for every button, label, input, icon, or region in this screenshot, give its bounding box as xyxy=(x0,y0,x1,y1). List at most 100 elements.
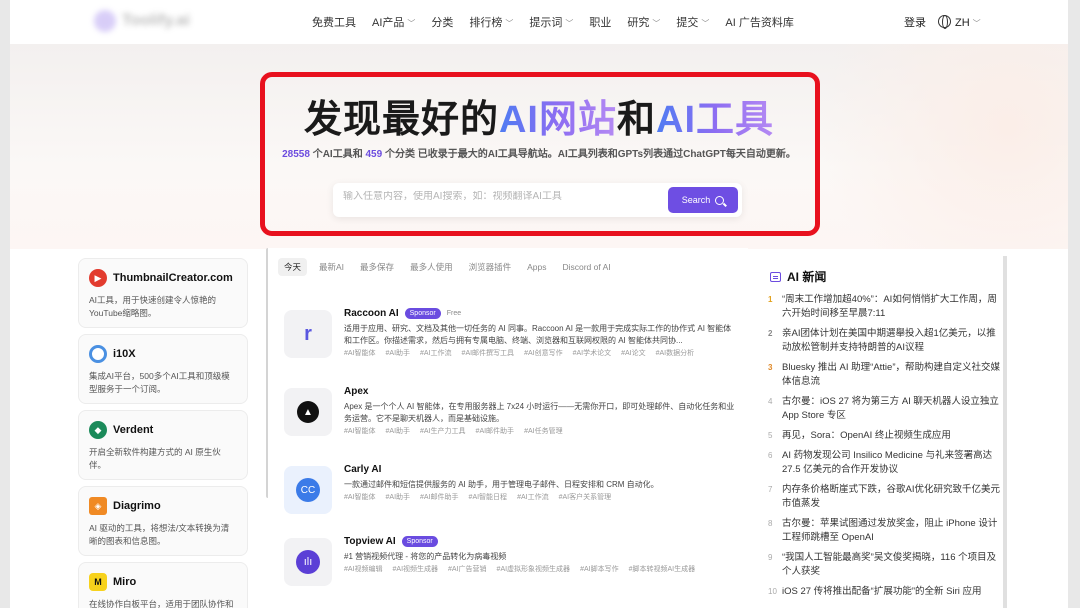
news-rank: 1 xyxy=(768,295,773,304)
tag[interactable]: #AI脚本写作 xyxy=(580,564,619,574)
tag[interactable]: #AI助手 xyxy=(386,348,411,358)
tag[interactable]: #AI邮件助手 xyxy=(476,426,515,436)
nav-link-categories[interactable]: 分类 xyxy=(431,14,453,30)
tag[interactable]: #AI生产力工具 xyxy=(420,426,466,436)
tag[interactable]: #AI助手 xyxy=(386,426,411,436)
tool-name[interactable]: Raccoon AI xyxy=(344,308,399,319)
news-item[interactable]: 6 AI 药物发现公司 Insilico Medicine 与礼来签署高达 27.… xyxy=(768,449,1000,477)
nav-link-label: 研究 xyxy=(627,17,650,29)
nav-link-free-tools[interactable]: 免费工具 xyxy=(312,14,356,30)
language-label: ZH xyxy=(955,17,970,29)
tab-discord[interactable]: Discord of AI xyxy=(562,262,610,272)
tag[interactable]: #AI智能体 xyxy=(344,426,376,436)
tag[interactable]: #AI智能体 xyxy=(344,492,376,502)
tag[interactable]: #AI邮件撰写工具 xyxy=(462,348,515,358)
tag[interactable]: #AI视频生成器 xyxy=(393,564,439,574)
site-logo[interactable]: Toolify.ai xyxy=(94,10,190,32)
globe-icon xyxy=(938,15,951,29)
tab-today[interactable]: 今天 xyxy=(278,258,308,276)
featured-card-desc: AI工具，用于快速创建令人惊艳的YouTube缩略图。 xyxy=(89,295,217,318)
news-item[interactable]: 4 古尔曼：iOS 27 将为第三方 AI 聊天机器人设立独立 App Store… xyxy=(768,395,1000,423)
featured-card-desc: 集成AI平台，500多个AI工具和顶级模型服务于一个订阅。 xyxy=(89,371,230,394)
login-link[interactable]: 登录 xyxy=(904,14,926,30)
news-rank: 3 xyxy=(768,363,773,372)
tab-apps[interactable]: Apps xyxy=(527,262,546,272)
featured-card-title: Miro xyxy=(113,576,137,588)
featured-card-desc: 在线协作白板平台，适用于团队协作和 xyxy=(89,599,234,608)
nav-link-ai-products[interactable]: AI产品 ﹀ xyxy=(372,14,415,30)
tag[interactable]: #AI论文 xyxy=(621,348,646,358)
news-rank: 8 xyxy=(768,519,773,528)
featured-card-desc: 开启全新软件构建方式的 AI 原生伙伴。 xyxy=(89,447,221,470)
nav-link-submit[interactable]: 提交 ﹀ xyxy=(676,14,709,30)
nav-link-label: 职业 xyxy=(589,17,612,29)
featured-card[interactable]: ◆ Verdent 开启全新软件构建方式的 AI 原生伙伴。 xyxy=(78,410,248,480)
tool-name[interactable]: Apex xyxy=(344,386,368,397)
cube-icon: ◈ xyxy=(89,497,107,515)
news-rank: 2 xyxy=(768,329,773,338)
tag[interactable]: #AI虚拟形象视频生成器 xyxy=(497,564,571,574)
news-text: 亲AI团体计划在美国中期選舉投入超1亿美元，以推动放松管制并支持特朗普的AI议程 xyxy=(782,328,996,353)
tag[interactable]: #AI智能日程 xyxy=(469,492,508,502)
news-text: AI 药物发现公司 Insilico Medicine 与礼来签署高达 27.5… xyxy=(782,450,993,475)
tool-description: #1 营销视频代理 - 将您的产品转化为病毒视频 xyxy=(344,552,507,561)
nav-link-research[interactable]: 研究 ﹀ xyxy=(627,14,660,30)
news-item[interactable]: 9 “我国人工智能最高奖”吴文俊奖揭晓，116 个项目及个人获奖 xyxy=(768,551,1000,579)
featured-card[interactable]: i10X 集成AI平台，500多个AI工具和顶级模型服务于一个订阅。 xyxy=(78,334,248,404)
chevron-down-icon: ﹀ xyxy=(972,19,981,28)
news-item[interactable]: 1 “周末工作增加超40%”：AI如何悄悄扩大工作周，周六开始时间移至早晨7:11 xyxy=(768,293,1000,321)
tab-browser-extensions[interactable]: 浏览器插件 xyxy=(469,261,512,273)
nav-link-careers[interactable]: 职业 xyxy=(589,14,611,30)
tab-most-used[interactable]: 最多人使用 xyxy=(410,261,453,273)
top-navigation: Toolify.ai 免费工具 AI产品 ﹀ 分类 排行榜 ﹀ 提示词 ﹀ 职业 研究… xyxy=(10,0,1068,44)
news-item[interactable]: 3 Bluesky 推出 AI 助理“Attie”，帮助构建自定义社交媒体信息流 xyxy=(768,361,1000,389)
news-item[interactable]: 2 亲AI团体计划在美国中期選舉投入超1亿美元，以推动放松管制并支持特朗普的AI议… xyxy=(768,327,1000,355)
news-item[interactable]: 5 再见，Sora：OpenAI 终止视频生成应用 xyxy=(768,429,1000,443)
news-panel: AI 新闻 1 “周末工作增加超40%”：AI如何悄悄扩大工作周，周六开始时间移至… xyxy=(768,256,1000,605)
news-title: AI 新闻 xyxy=(787,270,827,284)
tag[interactable]: #AI创意写作 xyxy=(524,348,563,358)
news-rank: 10 xyxy=(768,587,777,596)
featured-card[interactable]: ▶ ThumbnailCreator.com AI工具，用于快速创建令人惊艳的Yo… xyxy=(78,258,248,328)
tag[interactable]: #AI任务管理 xyxy=(524,426,563,436)
nav-link-ad-library[interactable]: AI 广告资料库 xyxy=(725,14,793,30)
sponsor-badge: Sponsor xyxy=(401,536,438,547)
featured-card[interactable]: ◈ Diagrimo AI 驱动的工具，将想法/文本转换为清晰的图表和信息图。 xyxy=(78,486,248,556)
featured-card-title: ThumbnailCreator.com xyxy=(113,272,233,284)
nav-right: 登录 ZH ﹀ xyxy=(904,0,981,44)
tag[interactable]: #AI客户关系管理 xyxy=(559,492,612,502)
news-item[interactable]: 10 iOS 27 传将推出配备“扩展功能”的全新 Siri 应用 xyxy=(768,585,1000,599)
news-text: “周末工作增加超40%”：AI如何悄悄扩大工作周，周六开始时间移至早晨7:11 xyxy=(782,294,997,319)
nav-link-prompts[interactable]: 提示词 ﹀ xyxy=(529,14,573,30)
tab-newest[interactable]: 最新AI xyxy=(319,261,344,273)
news-scrollbar[interactable] xyxy=(1003,256,1007,608)
tag[interactable]: #AI工作流 xyxy=(517,492,549,502)
tag[interactable]: #脚本转视频AI生成器 xyxy=(629,564,696,574)
news-item[interactable]: 7 内存条价格断崖式下跌，谷歌AI优化研究致千亿美元市值蒸发 xyxy=(768,483,1000,511)
news-item[interactable]: 8 古尔曼：苹果试图通过发放奖金，阻止 iPhone 设计工程师跳槽至 OpenA… xyxy=(768,517,1000,545)
topview-logo-icon: ılı xyxy=(284,538,332,586)
tool-tags: #AI智能体 #AI助手 #AI工作流 #AI邮件撰写工具 #AI创意写作 #AI学术论文… xyxy=(344,348,736,358)
tag[interactable]: #AI工作流 xyxy=(420,348,452,358)
circle-icon xyxy=(89,345,107,363)
tag[interactable]: #AI邮件助手 xyxy=(420,492,459,502)
featured-card[interactable]: M Miro 在线协作白板平台，适用于团队协作和 xyxy=(78,562,248,608)
raccoon-logo-icon: r xyxy=(284,310,332,358)
tag[interactable]: #AI智能体 xyxy=(344,348,376,358)
news-rank: 6 xyxy=(768,451,773,460)
tag[interactable]: #AI助手 xyxy=(386,492,411,502)
tag[interactable]: #AI学术论文 xyxy=(573,348,612,358)
tag[interactable]: #AI广告营销 xyxy=(448,564,487,574)
tool-tags: #AI智能体 #AI助手 #AI生产力工具 #AI邮件助手 #AI任务管理 xyxy=(344,426,736,436)
nav-link-rankings[interactable]: 排行榜 ﹀ xyxy=(469,14,513,30)
chevron-down-icon: ﹀ xyxy=(701,19,710,28)
tab-most-saved[interactable]: 最多保存 xyxy=(360,261,394,273)
tool-name[interactable]: Carly AI xyxy=(344,464,381,475)
nav-link-label: 提交 xyxy=(676,17,699,29)
language-selector[interactable]: ZH ﹀ xyxy=(938,15,981,29)
tool-name[interactable]: Topview AI xyxy=(344,536,396,547)
tool-description: 适用于应用、研究、文档及其他一切任务的 AI 同事。Raccoon AI 是一款… xyxy=(344,324,732,345)
news-rank: 9 xyxy=(768,553,773,562)
tag[interactable]: #AI数据分析 xyxy=(656,348,695,358)
tag[interactable]: #AI视频编辑 xyxy=(344,564,383,574)
